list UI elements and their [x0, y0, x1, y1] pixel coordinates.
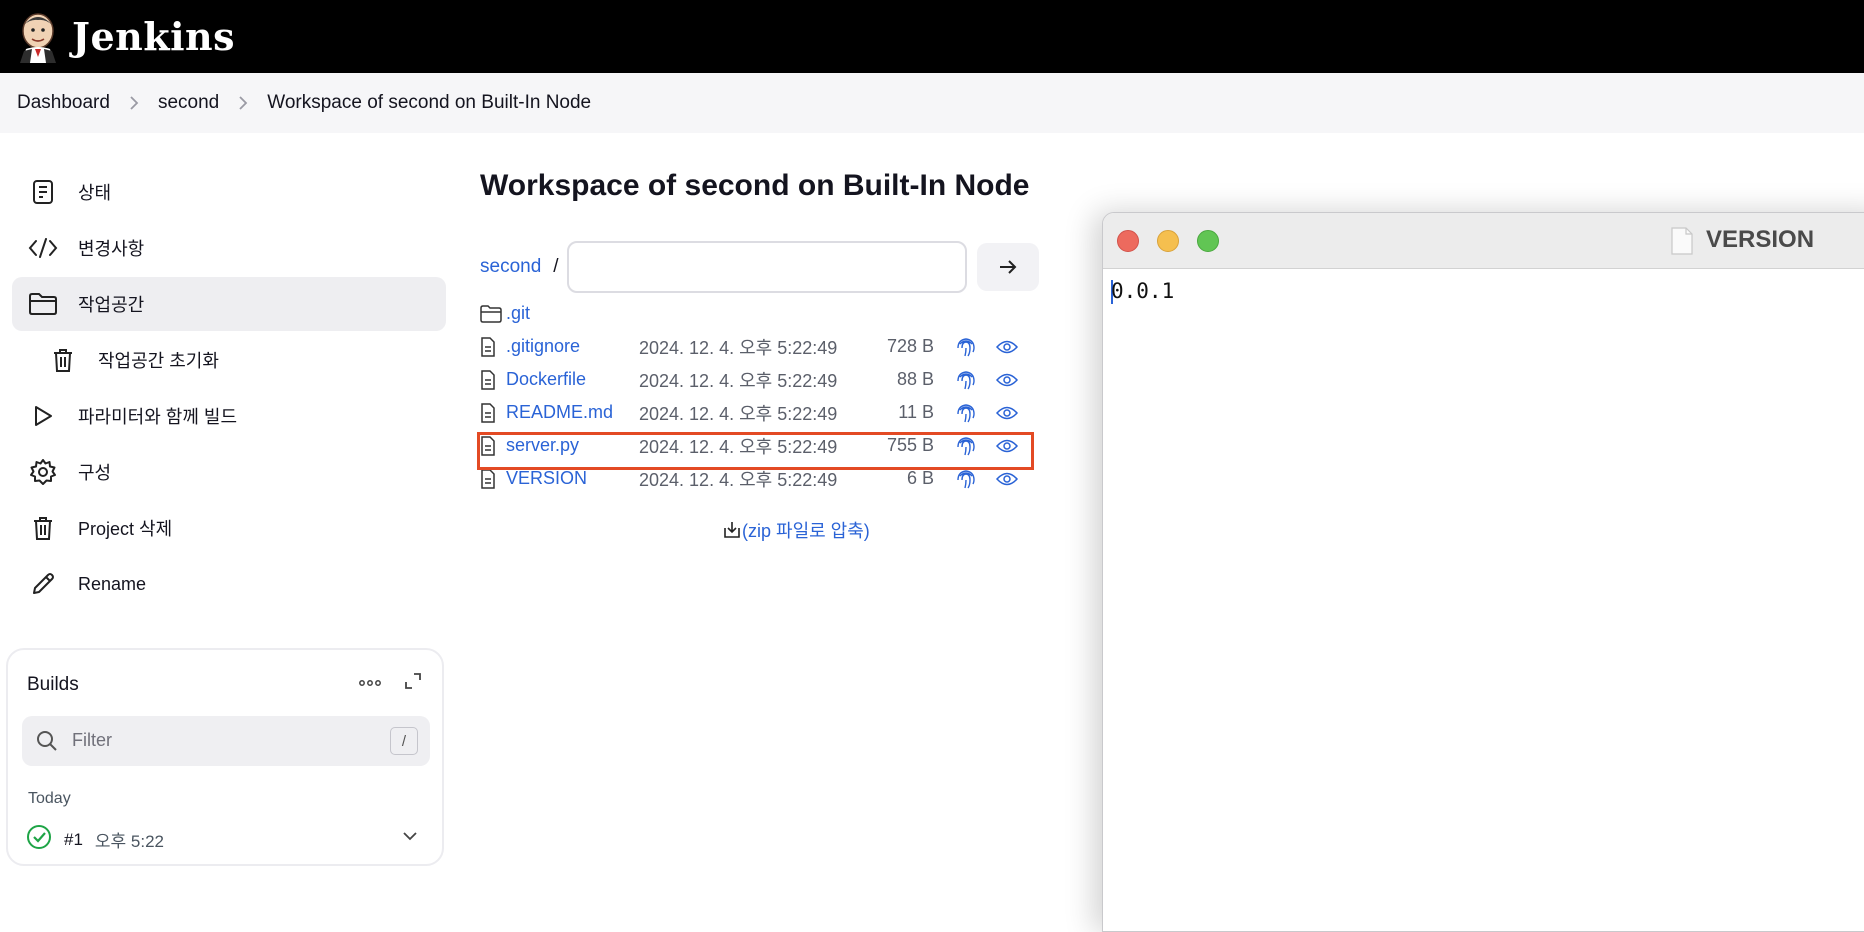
builds-title: Builds [27, 674, 79, 695]
builds-group-label: Today [28, 790, 71, 807]
folder-icon [480, 304, 506, 323]
file-list: .git .gitignore 2024. 12. 4. 오후 5:22:49 … [477, 297, 1040, 495]
fingerprint-icon[interactable] [956, 336, 978, 358]
go-button[interactable] [976, 243, 1039, 291]
zip-label[interactable]: (zip 파일로 압축) [742, 517, 870, 543]
filter-placeholder: Filter [72, 730, 112, 750]
app-brand[interactable]: Jenkins [72, 14, 235, 59]
zip-download-link[interactable]: (zip 파일로 압축) [722, 517, 870, 543]
chevron-right-icon [110, 95, 158, 111]
code-icon [28, 233, 58, 263]
window-title: VERSION [1706, 226, 1815, 253]
file-icon [480, 336, 506, 357]
file-size: 728 B [886, 336, 934, 356]
file-row: Dockerfile 2024. 12. 4. 오후 5:22:49 88 B [480, 363, 1040, 396]
success-check-icon [26, 824, 52, 855]
breadcrumb: Dashboard second Workspace of second on … [0, 73, 1864, 133]
arrow-right-icon [999, 260, 1016, 274]
sidebar-item-label: 작업공간 [78, 295, 145, 315]
editor-text[interactable]: 0.0.1 [1111, 279, 1174, 303]
path-root-link[interactable]: second [480, 256, 541, 278]
sidebar-item-label: 작업공간 초기화 [98, 351, 219, 371]
view-eye-icon[interactable] [996, 406, 1018, 420]
file-icon [480, 369, 506, 390]
fingerprint-icon[interactable] [956, 468, 978, 490]
file-row: .gitignore 2024. 12. 4. 오후 5:22:49 728 B [480, 330, 1040, 363]
page-title: Workspace of second on Built-In Node [480, 169, 1030, 202]
editor-content[interactable]: 0.0.1 [1103, 269, 1864, 314]
sidebar-item-label: Rename [78, 573, 147, 594]
breadcrumb-dashboard[interactable]: Dashboard [17, 92, 110, 114]
maximize-window-button[interactable] [1197, 230, 1219, 252]
text-editor-window: VERSION 0.0.1 [1102, 212, 1864, 932]
file-name-link[interactable]: .git [506, 303, 639, 324]
sidebar-item-status[interactable]: 상태 [12, 165, 446, 219]
top-header: Jenkins [0, 0, 1864, 73]
file-name-link[interactable]: Dockerfile [506, 369, 639, 390]
pencil-icon [28, 569, 58, 599]
download-icon [724, 522, 740, 538]
file-date: 2024. 12. 4. 오후 5:22:49 [639, 403, 838, 424]
sidebar-item-rename[interactable]: Rename [12, 557, 446, 611]
build-row[interactable]: #1 오후 5:22 [26, 824, 164, 855]
build-time: 오후 5:22 [94, 832, 165, 851]
gear-icon [28, 457, 58, 487]
sidebar-item-label: Project 삭제 [78, 519, 173, 539]
sidebar-item-delete-project[interactable]: Project 삭제 [12, 501, 446, 555]
filter-shortcut-key: / [390, 727, 418, 755]
status-icon [28, 177, 58, 207]
expand-icon[interactable] [404, 672, 422, 695]
builds-filter-input[interactable]: Filter / [22, 716, 430, 766]
fingerprint-icon[interactable] [956, 402, 978, 424]
path-input[interactable] [566, 241, 967, 293]
breadcrumb-second[interactable]: second [158, 92, 219, 114]
document-icon [1669, 226, 1695, 261]
file-size: 6 B [906, 468, 934, 488]
file-row: .git [480, 297, 1040, 330]
sidebar-item-changes[interactable]: 변경사항 [12, 221, 446, 275]
view-eye-icon[interactable] [996, 472, 1018, 486]
build-number[interactable]: #1 [64, 830, 83, 850]
jenkins-logo-icon[interactable] [16, 11, 60, 63]
sidebar-item-build-with-parameters[interactable]: 파라미터와 함께 빌드 [12, 389, 446, 443]
sidebar-item-workspace[interactable]: 작업공간 [12, 277, 446, 331]
highlight-box [477, 432, 1034, 470]
fingerprint-icon[interactable] [956, 369, 978, 391]
search-icon [36, 730, 58, 757]
chevron-right-icon [219, 95, 267, 111]
builds-widget: Builds Filter / Today #1 오후 5:22 [6, 648, 444, 866]
file-date: 2024. 12. 4. 오후 5:22:49 [639, 337, 838, 358]
close-window-button[interactable] [1117, 230, 1139, 252]
minimize-window-button[interactable] [1157, 230, 1179, 252]
file-row: README.md 2024. 12. 4. 오후 5:22:49 11 B [480, 396, 1040, 429]
view-eye-icon[interactable] [996, 340, 1018, 354]
sidebar-item-label: 구성 [78, 463, 112, 483]
more-options-icon[interactable] [358, 672, 382, 693]
file-size: 88 B [896, 369, 934, 389]
trash-icon [48, 345, 78, 375]
window-titlebar: VERSION [1103, 213, 1864, 269]
file-icon [480, 468, 506, 489]
file-name-link[interactable]: .gitignore [506, 336, 639, 357]
view-eye-icon[interactable] [996, 373, 1018, 387]
folder-icon [28, 289, 58, 319]
trash-icon [28, 513, 58, 543]
file-icon [480, 402, 506, 423]
chevron-down-icon[interactable] [402, 828, 418, 846]
main-content: Workspace of second on Built-In Node sec… [477, 165, 1070, 541]
file-name-link[interactable]: README.md [506, 402, 639, 423]
file-size: 11 B [898, 402, 934, 422]
breadcrumb-workspace[interactable]: Workspace of second on Built-In Node [267, 92, 591, 114]
play-icon [28, 401, 58, 431]
sidebar-item-label: 파라미터와 함께 빌드 [78, 407, 238, 427]
sidebar-item-label: 상태 [78, 183, 112, 203]
path-separator: / [553, 256, 559, 277]
path-bar: second / [480, 241, 1039, 293]
sidebar-item-configure[interactable]: 구성 [12, 445, 446, 499]
file-date: 2024. 12. 4. 오후 5:22:49 [639, 370, 838, 391]
sidebar-item-label: 변경사항 [78, 239, 145, 259]
sidebar: 상태 변경사항 작업공간 작업공간 초기화 파라미터와 함께 빌드 구성 Pro… [12, 165, 446, 613]
sidebar-item-wipe-workspace[interactable]: 작업공간 초기화 [12, 333, 446, 387]
file-name-link[interactable]: VERSION [506, 468, 639, 489]
